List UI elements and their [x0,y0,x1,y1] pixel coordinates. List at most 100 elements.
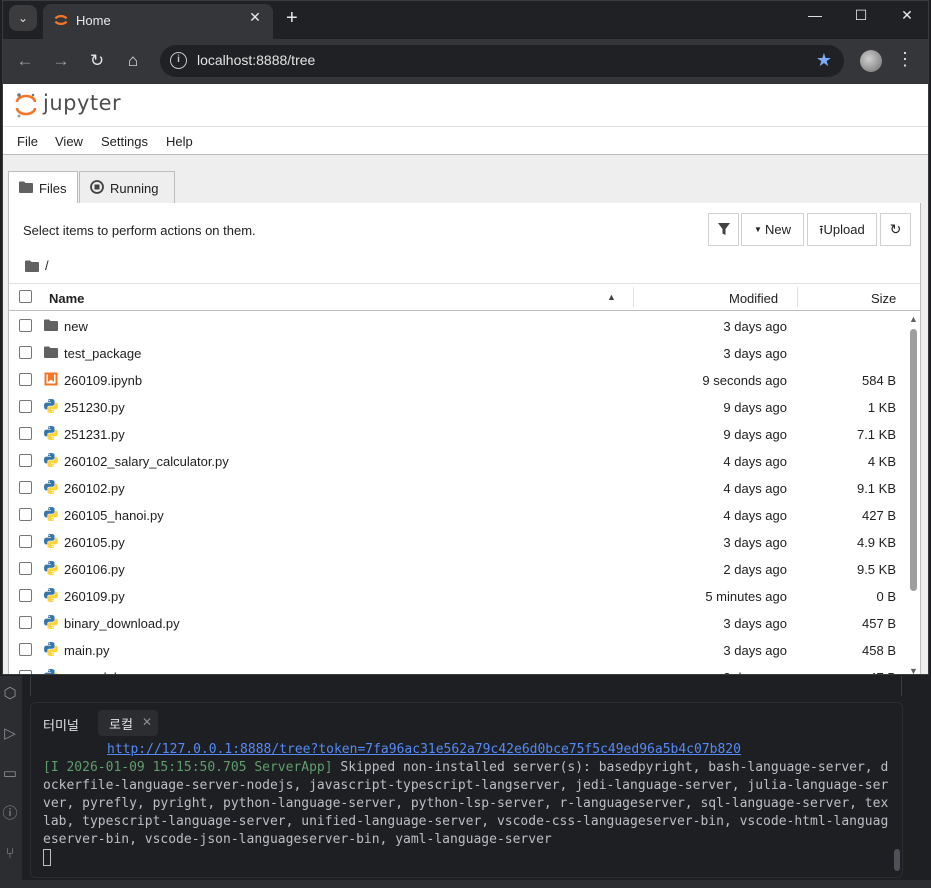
scroll-down-icon[interactable]: ▼ [909,666,918,674]
terminal-log-line: [I 2026-01-09 15:15:50.705 ServerApp] Sk… [43,759,893,849]
row-checkbox[interactable] [19,481,32,494]
file-row[interactable]: 260105_hanoi.py 4 days ago 427 B [9,501,909,528]
new-button[interactable]: ▼ New [741,213,804,246]
file-name[interactable]: main.py [64,643,110,658]
close-window-button[interactable]: ✕ [892,7,922,24]
browser-tab-home[interactable]: Home ✕ [43,4,273,39]
row-checkbox[interactable] [19,616,32,629]
file-name[interactable]: test_package [64,346,141,361]
select-all-checkbox[interactable] [19,290,32,303]
file-row[interactable]: mymodule.py 3 days ago 47 B [9,663,909,674]
column-name[interactable]: Name [49,291,84,306]
filter-button[interactable] [708,213,739,246]
file-row[interactable]: main.py 3 days ago 458 B [9,636,909,663]
git-icon[interactable]: ⑂ [0,844,20,864]
minimize-button[interactable]: — [800,7,830,23]
row-checkbox[interactable] [19,319,32,332]
file-name[interactable]: 260102.py [64,481,125,496]
file-name[interactable]: 260105.py [64,535,125,550]
file-row[interactable]: 260109.py 5 minutes ago 0 B [9,582,909,609]
file-size: 0 B [876,589,896,604]
upload-button[interactable]: ⭱Upload [807,213,877,246]
file-name[interactable]: binary_download.py [64,616,180,631]
file-name[interactable]: 260109.py [64,589,125,604]
more-menu-icon[interactable]: ⋮ [896,49,914,70]
column-divider[interactable] [633,287,634,307]
file-row[interactable]: test_package 3 days ago [9,339,909,366]
file-row[interactable]: 260106.py 2 days ago 9.5 KB [9,555,909,582]
row-checkbox[interactable] [19,454,32,467]
file-name[interactable]: 260109.ipynb [64,373,142,388]
file-row[interactable]: 260105.py 3 days ago 4.9 KB [9,528,909,555]
file-row[interactable]: 251231.py 9 days ago 7.1 KB [9,420,909,447]
forward-icon[interactable]: → [49,49,73,73]
file-modified: 3 days ago [723,643,787,658]
row-checkbox[interactable] [19,508,32,521]
terminal-url-link[interactable]: http://127.0.0.1:8888/tree?token=7fa96ac… [43,741,893,759]
menu-help[interactable]: Help [166,134,193,149]
file-row[interactable]: 251230.py 9 days ago 1 KB [9,393,909,420]
refresh-button[interactable]: ↻ [880,213,911,246]
file-row[interactable]: new 3 days ago [9,312,909,339]
file-name[interactable]: 260102_salary_calculator.py [64,454,229,469]
sort-ascending-icon[interactable]: ▲ [607,292,616,302]
back-icon[interactable]: ← [13,49,37,73]
profile-avatar[interactable] [860,50,882,72]
close-icon[interactable]: ✕ [142,715,152,729]
file-name[interactable]: 251231.py [64,427,125,442]
terminal-prompt[interactable] [43,849,893,867]
row-checkbox[interactable] [19,589,32,602]
tab-files[interactable]: Files [8,171,78,204]
file-modified: 9 days ago [723,400,787,415]
row-checkbox[interactable] [19,535,32,548]
bookmark-star-icon[interactable]: ★ [816,50,832,71]
site-info-icon[interactable]: i [170,52,187,69]
column-divider[interactable] [797,287,798,307]
file-row[interactable]: 260109.ipynb 9 seconds ago 584 B [9,366,909,393]
menu-file[interactable]: File [17,134,38,149]
problems-icon[interactable]: ⓘ [0,804,20,824]
terminal-session-tab[interactable]: 로컬 ✕ [98,710,158,736]
file-name[interactable]: mymodule.py [64,670,141,674]
row-checkbox[interactable] [19,427,32,440]
menu-view[interactable]: View [55,134,83,149]
file-row[interactable]: 260102.py 4 days ago 9.1 KB [9,474,909,501]
file-name[interactable]: 251230.py [64,400,125,415]
file-name[interactable]: new [64,319,88,334]
row-checkbox[interactable] [19,346,32,359]
row-checkbox[interactable] [19,643,32,656]
file-row[interactable]: binary_download.py 3 days ago 457 B [9,609,909,636]
breadcrumb-root[interactable]: / [45,258,49,273]
column-size[interactable]: Size [871,291,896,306]
new-tab-button[interactable]: + [286,7,306,30]
jupyter-logo-text[interactable]: jupyter [43,91,121,115]
tab-search-button[interactable]: ⌄ [9,5,37,31]
tab-running[interactable]: Running [79,171,175,203]
row-checkbox[interactable] [19,373,32,386]
file-name[interactable]: 260105_hanoi.py [64,508,164,523]
terminal-icon[interactable]: ▭ [0,764,20,784]
terminal-scrollbar[interactable] [894,849,900,871]
file-list-scrollbar[interactable]: ▲ ▼ [907,312,920,674]
jupyter-logo-icon[interactable] [15,91,37,119]
menu-settings[interactable]: Settings [101,134,148,149]
row-checkbox[interactable] [19,562,32,575]
column-modified[interactable]: Modified [729,291,778,306]
row-checkbox[interactable] [19,400,32,413]
reload-icon[interactable]: ↻ [85,49,109,73]
maximize-button[interactable]: ☐ [846,7,876,24]
close-icon[interactable]: ✕ [245,9,265,26]
terminal-output[interactable]: http://127.0.0.1:8888/tree?token=7fa96ac… [43,741,893,867]
folder-icon[interactable] [25,260,39,272]
file-row[interactable]: 260102_salary_calculator.py 4 days ago 4 K… [9,447,909,474]
packages-icon[interactable]: ⬡ [0,684,20,704]
home-icon[interactable]: ⌂ [121,49,145,73]
scroll-up-icon[interactable]: ▲ [909,314,918,324]
file-name[interactable]: 260106.py [64,562,125,577]
address-bar[interactable]: i localhost:8888/tree ★ [160,45,844,77]
run-icon[interactable]: ▷ [0,724,20,744]
address-url[interactable]: localhost:8888/tree [197,52,315,68]
file-modified: 4 days ago [723,481,787,496]
scrollbar-thumb[interactable] [910,329,917,591]
row-checkbox[interactable] [19,670,32,674]
